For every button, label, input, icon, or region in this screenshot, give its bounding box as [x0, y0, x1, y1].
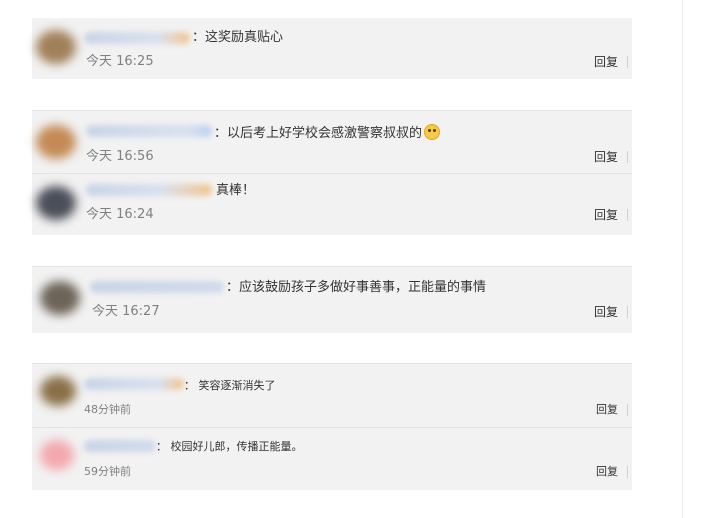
reply-button[interactable]: 回复 [594, 54, 618, 70]
avatar[interactable] [36, 186, 76, 220]
reply-button[interactable]: 回复 [596, 402, 618, 418]
username[interactable] [86, 125, 212, 137]
comment-text: ：应该鼓励孩子多做好事善事，正能量的事情 [226, 280, 487, 295]
reply-button[interactable]: 回复 [594, 304, 618, 320]
reply-separator [627, 151, 628, 163]
right-divider [682, 0, 683, 518]
comment-text: ：这奖励真贴心 [192, 30, 284, 45]
comment-time: 48分钟前 [84, 403, 131, 416]
reply-separator [627, 56, 628, 68]
comment-item: ： 校园好儿郎，传播正能量。 59分钟前 回复 [32, 427, 632, 490]
comment-item: ：这奖励真贴心 今天 16:25 回复 [32, 18, 632, 79]
grinning-emoji-icon [424, 124, 441, 140]
comment-group: ：这奖励真贴心 今天 16:25 回复 [32, 18, 632, 79]
username[interactable] [84, 378, 184, 390]
comment-text: ： 校园好儿郎，传播正能量。 [156, 440, 303, 453]
comment-time: 今天 16:56 [86, 149, 154, 164]
username[interactable] [84, 32, 190, 44]
reply-button[interactable]: 回复 [594, 149, 618, 165]
avatar[interactable] [40, 440, 74, 470]
comment-group: ：应该鼓励孩子多做好事善事，正能量的事情 今天 16:27 回复 [32, 266, 632, 333]
avatar[interactable] [36, 125, 76, 159]
comment-group: ： 笑容逐渐消失了 48分钟前 回复 ： 校园好儿郎，传播正能量。 59分钟前 … [32, 363, 632, 490]
comment-item: ：以后考上好学校会感激警察叔叔的 今天 16:56 回复 [32, 111, 632, 173]
reply-separator [627, 404, 628, 416]
reply-button[interactable]: 回复 [596, 464, 618, 480]
username[interactable] [86, 184, 212, 196]
avatar[interactable] [40, 376, 76, 406]
reply-button[interactable]: 回复 [594, 207, 618, 223]
comment-time: 今天 16:27 [92, 304, 160, 319]
reply-separator [627, 209, 628, 221]
comment-item: ：应该鼓励孩子多做好事善事，正能量的事情 今天 16:27 回复 [32, 267, 632, 333]
comment-text: ：以后考上好学校会感激警察叔叔的 [214, 124, 441, 142]
comment-text: ： 笑容逐渐消失了 [184, 379, 276, 392]
avatar[interactable] [40, 281, 80, 315]
comment-time: 今天 16:25 [86, 54, 154, 69]
reply-separator [627, 306, 628, 318]
comment-item: ： 笑容逐渐消失了 48分钟前 回复 [32, 364, 632, 427]
comment-item: 真棒！ 今天 16:24 回复 [32, 173, 632, 235]
reply-separator [627, 466, 628, 478]
comment-time: 今天 16:24 [86, 207, 154, 222]
comment-time: 59分钟前 [84, 465, 131, 478]
comment-text-content: ：以后考上好学校会感激警察叔叔的 [214, 126, 423, 141]
username[interactable] [90, 281, 224, 293]
comment-group: ：以后考上好学校会感激警察叔叔的 今天 16:56 回复 真棒！ 今天 16:2… [32, 110, 632, 235]
comment-text: 真棒！ [216, 183, 256, 198]
username[interactable] [84, 440, 156, 452]
avatar[interactable] [36, 30, 76, 64]
